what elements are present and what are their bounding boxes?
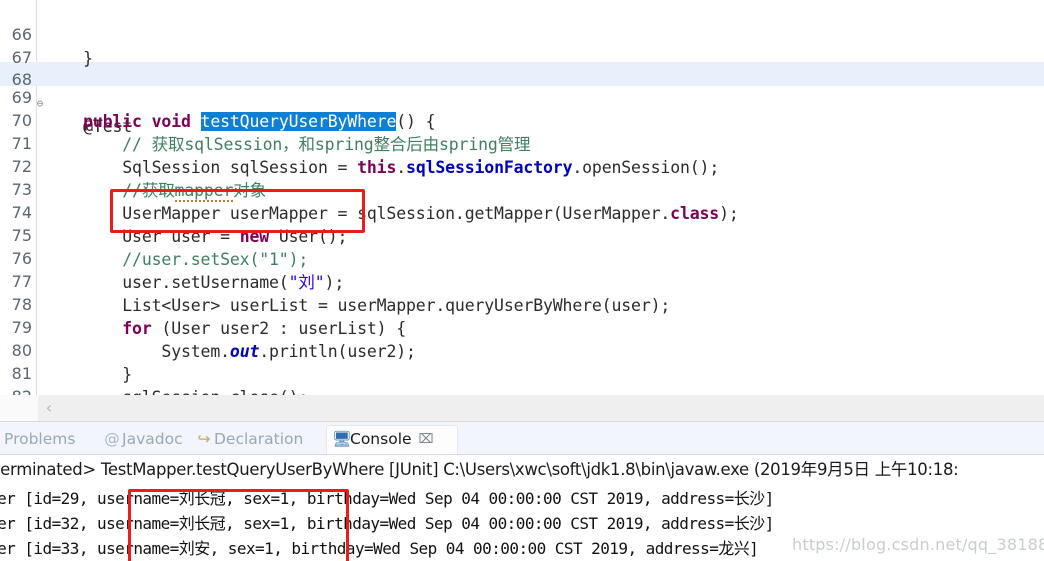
- at-sign-icon: @: [104, 430, 120, 448]
- tab-javadoc[interactable]: @ Javadoc: [104, 425, 210, 454]
- code-line-66[interactable]: 66 }: [0, 0, 1044, 67]
- tab-problems[interactable]: ⚠Problems: [0, 425, 106, 454]
- code-line-82[interactable]: 82 }: [0, 362, 1044, 395]
- console-icon: 🖥: [332, 430, 352, 448]
- console-output[interactable]: terminated> TestMapper.testQueryUserByWh…: [0, 454, 1044, 561]
- line-number: 82: [0, 385, 32, 395]
- console-line: ser [id=32, username=刘长冠, sex=1, birthda…: [0, 514, 774, 533]
- code-line-81[interactable]: 81 sqlSession.close();: [0, 339, 1044, 395]
- line-code: sqlSession.close();: [44, 386, 308, 395]
- watermark-back: https://blog.csdn.net/qq_38188047: [792, 535, 1044, 554]
- code-line-72[interactable]: 72 //获取mapper对象: [0, 132, 1044, 202]
- eclipse-ide-window: 66 } 67 68 ⊖ @Test 69 public void testQu…: [0, 0, 1044, 561]
- code-line-70[interactable]: 70 // 获取sqlSession，和spring整合后由spring管理: [0, 86, 1044, 153]
- chevron-left-icon[interactable]: ‹: [41, 398, 57, 418]
- code-line-73[interactable]: 73 UserMapper userMapper = sqlSession.ge…: [0, 155, 1044, 222]
- code-line-80[interactable]: 80 }: [0, 316, 1044, 383]
- tab-declaration-label: Declaration: [214, 430, 304, 448]
- view-tab-bar: ⚠Problems @Javadoc ↪Declaration 🖥Console…: [0, 422, 1044, 454]
- console-terminated-line: terminated> TestMapper.testQueryUserByWh…: [0, 460, 959, 479]
- code-line-67[interactable]: 67: [0, 23, 1044, 67]
- warning-icon: ⚠: [0, 425, 2, 454]
- tab-console[interactable]: 🖥Console ⌧: [326, 425, 458, 454]
- code-line-76[interactable]: 76 user.setUsername("刘");: [0, 224, 1044, 291]
- code-line-78[interactable]: 78 for (User user2 : userList) {: [0, 270, 1044, 337]
- declaration-icon: ↪: [197, 430, 211, 448]
- code-line-77[interactable]: 77 List<User> userList = userMapper.quer…: [0, 247, 1044, 314]
- tab-problems-label: Problems: [4, 430, 76, 448]
- console-line: ser [id=33, username=刘安, sex=1, birthday…: [0, 539, 759, 558]
- editor-bottom-sash[interactable]: ‹: [0, 395, 1044, 422]
- tab-javadoc-label: Javadoc: [122, 430, 183, 448]
- sash-left-cap: [0, 395, 38, 422]
- code-line-69[interactable]: 69 public void testQueryUserByWhere() {: [0, 63, 1044, 131]
- close-icon[interactable]: ⌧: [419, 425, 434, 454]
- code-line-71[interactable]: 71 SqlSession sqlSession = this.sqlSessi…: [0, 109, 1044, 176]
- bottom-view-panel: ⚠Problems @Javadoc ↪Declaration 🖥Console…: [0, 422, 1044, 561]
- console-line: ser [id=29, username=刘长冠, sex=1, birthda…: [0, 489, 774, 508]
- tab-console-label: Console: [350, 430, 412, 448]
- code-line-75[interactable]: 75 //user.setSex("1");: [0, 201, 1044, 268]
- code-line-74[interactable]: 74 User user = new User();: [0, 178, 1044, 245]
- tab-declaration[interactable]: ↪ Declaration: [196, 425, 336, 454]
- java-code-editor[interactable]: 66 } 67 68 ⊖ @Test 69 public void testQu…: [0, 0, 1044, 395]
- code-line-79[interactable]: 79 System.out.println(user2);: [0, 293, 1044, 360]
